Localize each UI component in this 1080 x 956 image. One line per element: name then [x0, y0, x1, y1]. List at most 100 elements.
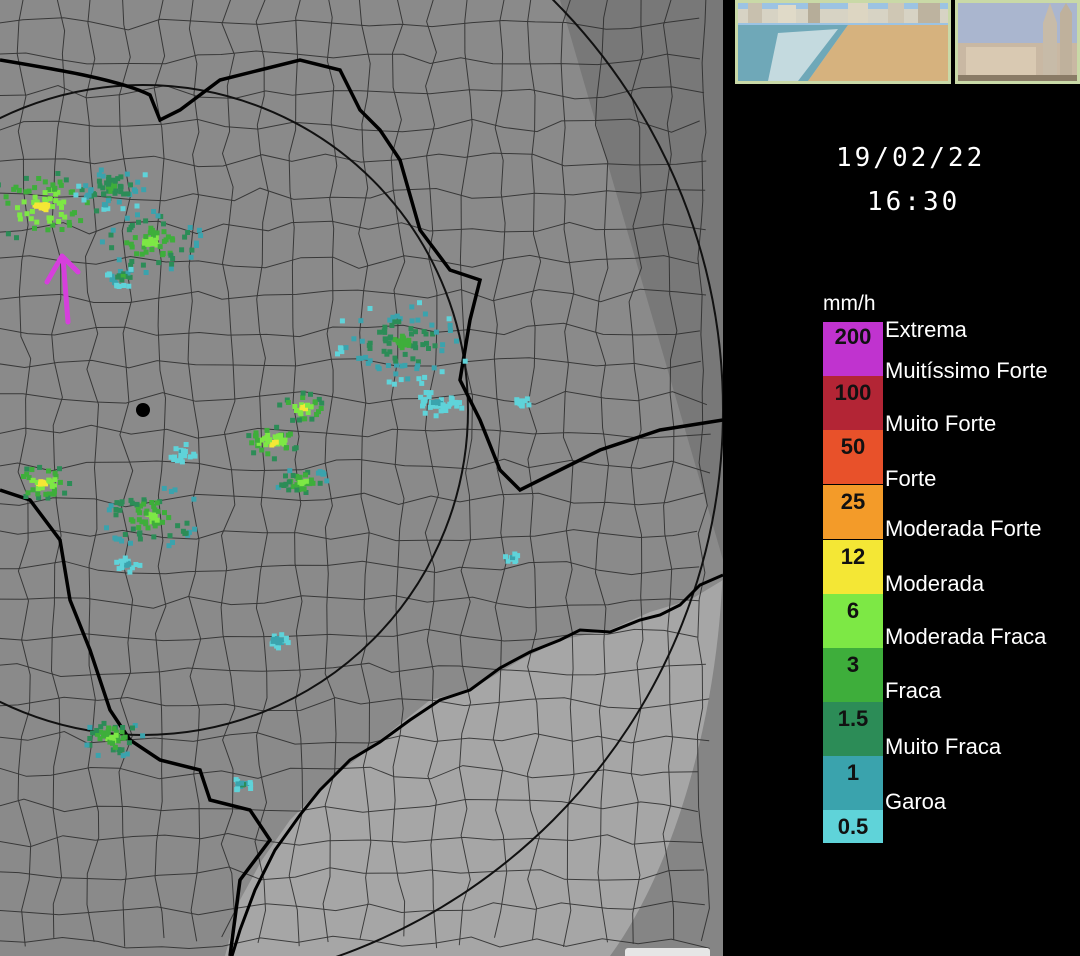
rain-echo-cell [30, 487, 36, 493]
municipal-boundary [187, 0, 202, 942]
cathedral-photo[interactable] [955, 0, 1080, 84]
rain-echo-cell [415, 363, 421, 369]
rain-echo-cell [110, 740, 115, 746]
rain-echo-cell [248, 786, 254, 791]
municipal-boundary [0, 357, 701, 370]
rain-echo-cell [168, 266, 174, 272]
rain-echo-cell [179, 247, 185, 253]
legend-swatch: 200 [823, 322, 883, 376]
rain-echo-cell [119, 565, 125, 571]
rain-echo-cell [141, 187, 147, 193]
rain-echo-cell [183, 530, 189, 536]
municipal-boundary [153, 0, 167, 939]
beach-photo[interactable] [735, 0, 951, 84]
rain-echo-cell [399, 363, 405, 369]
rain-echo-cell [423, 331, 429, 337]
rain-echo-cell [17, 216, 23, 222]
rain-echo-cell [273, 439, 279, 445]
rain-echo-cell [108, 503, 114, 509]
rain-echo-cell [505, 558, 511, 564]
rain-echo-cell [100, 173, 106, 179]
rain-echo-cell [119, 729, 125, 735]
rain-echo-cell [42, 179, 48, 185]
rain-echo-cell [81, 197, 87, 203]
rain-echo-cell [408, 326, 414, 332]
rain-echo-cell [84, 742, 90, 748]
rain-echo-cell [53, 198, 59, 204]
rain-echo-cell [106, 725, 112, 731]
rain-echo-cell [148, 225, 154, 231]
rain-echo-cell [141, 501, 147, 507]
rain-echo-cell [128, 266, 134, 272]
rain-echo-cell [392, 355, 398, 361]
radar-map-svg [0, 0, 723, 956]
rain-echo-cell [116, 199, 122, 205]
rain-echo-cell [162, 510, 167, 516]
rain-echo-cell [146, 241, 152, 247]
rain-echo-cell [154, 517, 160, 523]
rain-echo-cell [409, 331, 414, 337]
rain-echo-cell [433, 329, 439, 335]
rain-echo-cell [112, 190, 118, 196]
beach-photo-image [738, 3, 948, 81]
rain-echo-cell [303, 472, 308, 478]
rain-echo-cell [5, 231, 11, 237]
rain-echo-cell [253, 433, 259, 439]
rain-echo-cell [271, 456, 277, 462]
rain-echo-cell [296, 417, 302, 423]
legend-swatch: 50 [823, 430, 883, 484]
rain-echo-cell [152, 523, 158, 529]
rain-echo-cell [448, 395, 454, 401]
rain-echo-cell [67, 222, 73, 228]
rain-echo-cell [294, 487, 300, 493]
rain-echo-cell [133, 562, 139, 567]
rain-echo-cell [96, 178, 102, 184]
rain-echo-cell [277, 402, 283, 408]
rain-echo-cell [426, 346, 431, 351]
rain-echo-cell [139, 251, 145, 257]
radar-map[interactable] [0, 0, 723, 956]
rain-echo-cell [118, 184, 124, 190]
rain-echo-cell [324, 478, 330, 484]
rain-echo-cell [305, 402, 310, 408]
rain-echo-cell [517, 398, 523, 404]
rain-echo-cell [418, 394, 424, 400]
rain-echo-cell [234, 787, 240, 793]
rain-echo-cell [423, 390, 429, 395]
rain-echo-cell [359, 338, 365, 344]
rain-echo-cell [417, 300, 422, 306]
rain-echo-cell [29, 208, 35, 214]
rain-echo-cell [95, 752, 101, 758]
rain-echo-cell [192, 526, 198, 532]
rain-echo-cell [155, 508, 161, 514]
rain-echo-cell [78, 218, 84, 224]
rain-echo-cell [317, 480, 323, 486]
rain-echo-cell [415, 317, 421, 323]
rain-echo-cell [439, 348, 445, 354]
rain-echo-cell [430, 400, 436, 405]
municipal-boundary [0, 322, 700, 338]
rain-echo-cell [155, 213, 161, 219]
rain-echo-cell [136, 219, 141, 225]
rain-echo-cell [143, 234, 149, 240]
rain-echo-cell [130, 725, 135, 731]
rain-echo-cell [140, 262, 146, 268]
rain-echo-cell [454, 338, 459, 344]
rain-echo-cell [264, 435, 270, 440]
rain-echo-cell [439, 369, 445, 375]
rain-echo-cell [365, 360, 371, 366]
municipal-boundary [0, 118, 700, 133]
rain-echo-cell [56, 219, 62, 224]
rain-echo-cell [98, 724, 104, 730]
rain-echo-cell [282, 437, 288, 443]
rain-echo-cell [403, 339, 408, 345]
rain-echo-cell [50, 204, 55, 210]
municipal-boundary [0, 458, 711, 474]
rain-echo-cell [58, 182, 64, 188]
rain-echo-cell [143, 270, 149, 275]
rain-echo-cell [110, 735, 116, 740]
legend-swatch: 100 [823, 376, 883, 430]
rain-echo-cell [127, 274, 133, 280]
rain-echo-cell [410, 356, 416, 362]
rain-echo-cell [300, 395, 306, 400]
